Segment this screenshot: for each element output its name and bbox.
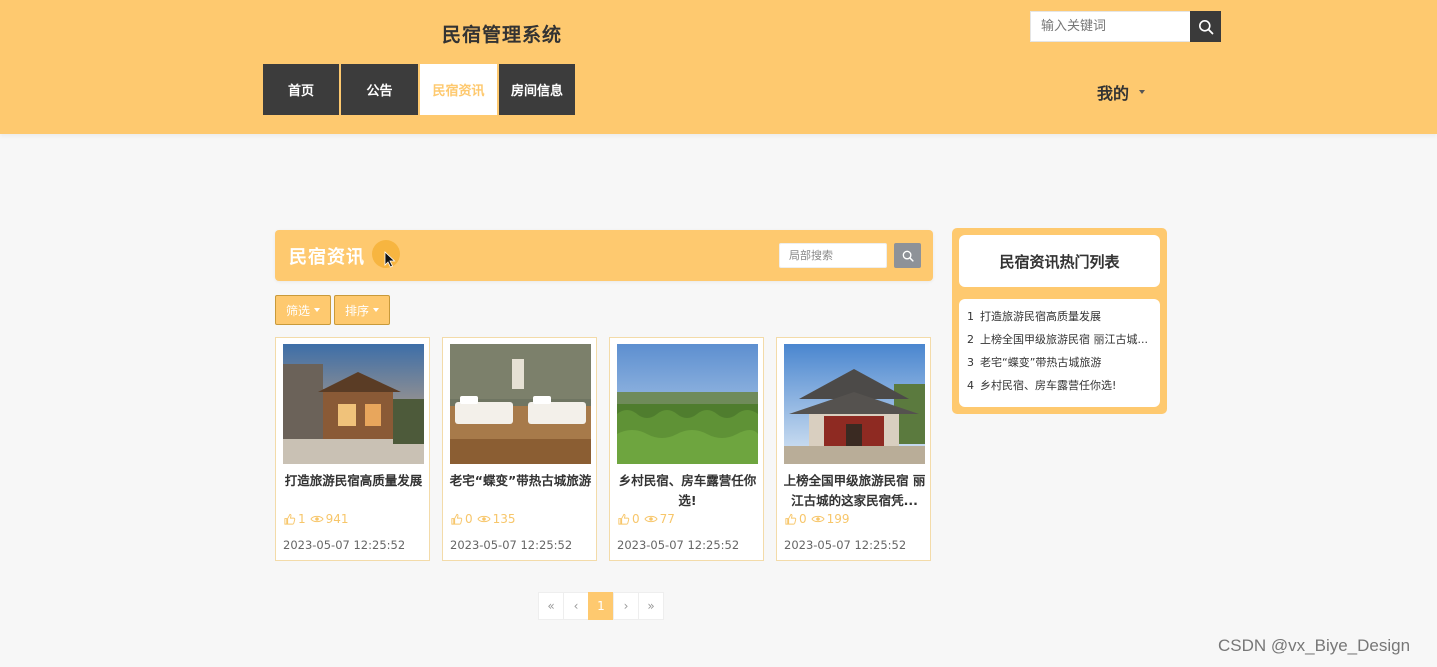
news-card-date: 2023-05-07 12:25:52 — [784, 538, 907, 552]
page-current-button[interactable]: 1 — [588, 592, 614, 620]
news-card-stats: 0 199 — [784, 512, 850, 526]
news-card-date: 2023-05-07 12:25:52 — [283, 538, 406, 552]
sort-label: 排序 — [345, 303, 370, 318]
hot-list-item[interactable]: 4 乡村民宿、房车露营任你选! — [967, 374, 1153, 397]
site-title: 民宿管理系统 — [442, 24, 563, 46]
hot-list-item[interactable]: 3 老宅“蝶变”带热古城旅游 — [967, 351, 1153, 374]
nav-homestay-news[interactable]: 民宿资讯 — [420, 64, 497, 115]
chevron-down-icon — [314, 308, 321, 312]
news-panel-header: 民宿资讯 — [275, 230, 933, 281]
nav-room-info[interactable]: 房间信息 — [499, 64, 575, 115]
page-prev-button[interactable]: ‹ — [563, 592, 589, 620]
view-count: 77 — [659, 512, 675, 526]
hot-list-item[interactable]: 1 打造旅游民宿高质量发展 — [967, 305, 1153, 328]
hot-list-item[interactable]: 2 上榜全国甲级旅游民宿 丽江古城... — [967, 328, 1153, 351]
like-icon — [451, 513, 463, 525]
news-card-image — [617, 344, 758, 464]
like-count: 0 — [799, 512, 807, 526]
view-count: 135 — [492, 512, 516, 526]
hot-list-item-num: 2 — [967, 333, 974, 346]
like-count: 0 — [465, 512, 473, 526]
news-card-image — [450, 344, 591, 464]
like-count: 1 — [298, 512, 306, 526]
filter-bar: 筛选 排序 — [275, 295, 393, 325]
chevron-down-icon — [373, 308, 380, 312]
eye-icon — [310, 515, 324, 523]
hot-list-item-text: 打造旅游民宿高质量发展 — [980, 310, 1101, 323]
news-card[interactable]: 乡村民宿、房车露营任你选! 0 77 2023-05-07 12:25:52 — [609, 337, 764, 561]
sort-dropdown[interactable]: 排序 — [334, 295, 391, 325]
news-card-title: 老宅“蝶变”带热古城旅游 — [449, 473, 592, 488]
hot-list-sidebar: 民宿资讯热门列表 1 打造旅游民宿高质量发展 2 上榜全国甲级旅游民宿 丽江古城..… — [952, 228, 1167, 414]
news-card-date: 2023-05-07 12:25:52 — [450, 538, 573, 552]
hot-list-item-num: 4 — [967, 379, 974, 392]
news-card-stats: 0 135 — [450, 512, 516, 526]
news-card-stats: 0 77 — [617, 512, 675, 526]
header-search-button[interactable] — [1190, 11, 1221, 42]
search-icon — [1198, 19, 1213, 34]
eye-icon — [811, 515, 825, 523]
filter-label: 筛选 — [286, 303, 311, 318]
news-card-stats: 1 941 — [283, 512, 349, 526]
hot-list-item-text: 上榜全国甲级旅游民宿 丽江古城... — [980, 333, 1148, 346]
watermark: CSDN @vx_Biye_Design — [1218, 636, 1411, 655]
cursor-highlight — [372, 240, 400, 268]
search-icon — [902, 250, 914, 262]
view-count: 199 — [826, 512, 850, 526]
like-icon — [284, 513, 296, 525]
header: 民宿管理系统 首页 公告 民宿资讯 房间信息 我的 — [0, 0, 1437, 134]
page-next-button[interactable]: › — [613, 592, 639, 620]
pagination: « ‹ 1 › » — [538, 592, 664, 620]
news-card[interactable]: 上榜全国甲级旅游民宿 丽江古城的这家民宿凭... 0 199 2023-05-0… — [776, 337, 931, 561]
news-card-list: 打造旅游民宿高质量发展 1 941 2023-05-07 12:25:52 老宅… — [275, 337, 935, 561]
news-section: 民宿资讯 筛选 排序 — [275, 230, 935, 620]
filter-dropdown[interactable]: 筛选 — [275, 295, 332, 325]
news-card-image — [283, 344, 424, 464]
local-search-button[interactable] — [894, 243, 921, 268]
news-card-title: 打造旅游民宿高质量发展 — [284, 473, 423, 488]
nav-announcement[interactable]: 公告 — [341, 64, 418, 115]
news-card-title: 乡村民宿、房车露营任你选! — [618, 473, 757, 508]
view-count: 941 — [325, 512, 349, 526]
hot-list-item-num: 1 — [967, 310, 974, 323]
like-icon — [618, 513, 630, 525]
like-icon — [785, 513, 797, 525]
page-first-button[interactable]: « — [538, 592, 564, 620]
hot-list-item-text: 老宅“蝶变”带热古城旅游 — [980, 356, 1102, 369]
eye-icon — [477, 515, 491, 523]
news-card-title: 上榜全国甲级旅游民宿 丽江古城的这家民宿凭... — [783, 473, 926, 508]
news-card[interactable]: 老宅“蝶变”带热古城旅游 0 135 2023-05-07 12:25:52 — [442, 337, 597, 561]
header-search-input[interactable] — [1030, 11, 1190, 42]
news-card-date: 2023-05-07 12:25:52 — [617, 538, 740, 552]
main-nav: 首页 公告 民宿资讯 房间信息 — [263, 64, 577, 115]
news-card[interactable]: 打造旅游民宿高质量发展 1 941 2023-05-07 12:25:52 — [275, 337, 430, 561]
header-search — [1030, 11, 1221, 42]
chevron-down-icon — [1139, 90, 1146, 94]
hot-list: 1 打造旅游民宿高质量发展 2 上榜全国甲级旅游民宿 丽江古城... 3 老宅“蝶变”… — [959, 299, 1160, 407]
hot-list-item-text: 乡村民宿、房车露营任你选! — [980, 379, 1117, 392]
hot-list-item-num: 3 — [967, 356, 974, 369]
cursor-icon — [384, 251, 396, 268]
panel-title: 民宿资讯 — [289, 247, 365, 268]
news-card-image — [784, 344, 925, 464]
my-menu[interactable]: 我的 — [1097, 80, 1146, 104]
hot-list-title: 民宿资讯热门列表 — [959, 235, 1160, 287]
page-last-button[interactable]: » — [638, 592, 664, 620]
local-search-input[interactable] — [779, 243, 887, 268]
nav-home[interactable]: 首页 — [263, 64, 339, 115]
my-menu-label: 我的 — [1097, 84, 1130, 103]
like-count: 0 — [632, 512, 640, 526]
eye-icon — [644, 515, 658, 523]
